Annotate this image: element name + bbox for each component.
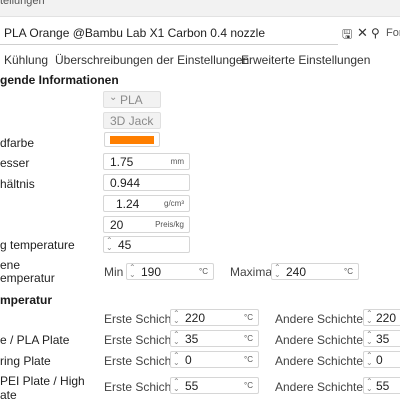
preset-name[interactable]: PLA Orange @Bambu Lab X1 Carbon 0.4 nozz… [4,26,265,40]
first-layer-label: Erste Schicht [104,380,175,394]
chevron-down-icon: ⌄ [109,92,118,103]
window-title-bar: tellungen [0,0,400,17]
other-layers-label: Andere Schichten [275,312,370,326]
spin-arrows-icon[interactable]: ⌃ ⌄ [274,264,281,279]
pei-plate-other-layers-input[interactable]: ⌃ ⌄ 55 [363,377,400,394]
diameter-input[interactable]: 1.75 mm [103,153,190,170]
nozzle-first-layer-input[interactable]: ⌃ ⌄ 220 °C [170,309,259,326]
density-unit: g/cm³ [164,199,184,208]
spin-arrows-icon[interactable]: ⌃ ⌄ [173,331,180,346]
first-layer-label: Erste Schicht [104,354,175,368]
engineering-plate-other-layers-input[interactable]: ⌃ ⌄ 0 [363,351,400,368]
pla-plate-first-layer-unit: °C [244,334,253,343]
min-temperature-input[interactable]: ⌃ ⌄ 190 °C [126,263,214,280]
spin-arrows-icon[interactable]: ⌃ ⌄ [173,352,180,367]
pla-plate-other-layers-input[interactable]: ⌃ ⌄ 35 [363,330,400,347]
tab-setting-overrides[interactable]: Überschreibungen der Einstellungen [55,53,249,67]
spin-arrows-icon[interactable]: ⌃ ⌄ [366,331,373,346]
spin-arrows-icon[interactable]: ⌃ ⌄ [366,310,373,325]
nozzle-first-layer-unit: °C [244,313,253,322]
cost-unit: Preis/kg [155,220,184,229]
pei-plate-first-layer-input[interactable]: ⌃ ⌄ 55 °C [170,377,259,394]
spin-arrows-icon[interactable]: ⌃ ⌄ [366,352,373,367]
engineering-plate-first-layer-unit: °C [244,355,253,364]
first-layer-label: Erste Schicht [104,312,175,326]
plate-label-engineering: ring Plate [0,354,51,368]
engineering-plate-first-layer-value: 0 [185,353,192,367]
tab-cooling[interactable]: Kühlung [4,53,48,67]
filament-type-select: ⌄ PLA [103,91,161,108]
pla-plate-first-layer-input[interactable]: ⌃ ⌄ 35 °C [170,330,259,347]
spin-arrows-icon[interactable]: ⌃ ⌄ [366,378,373,393]
pei-plate-other-layers-value: 55 [376,379,390,393]
pla-plate-other-layers-value: 35 [376,332,390,346]
first-layer-label: Erste Schicht [104,333,175,347]
cost-input[interactable]: 20 Preis/kg [103,216,190,233]
pla-plate-first-layer-value: 35 [185,332,199,346]
range-label-line1: ene [0,258,21,272]
diameter-value: 1.75 [110,155,134,169]
spin-arrows-icon[interactable]: ⌃ ⌄ [173,378,180,393]
diameter-label: esser [0,156,30,170]
pei-plate-first-layer-unit: °C [244,381,253,390]
range-label-line2: emperatur [0,271,55,285]
colour-picker[interactable] [104,132,160,147]
flow-ratio-value: 0.944 [110,176,141,190]
spin-arrows-icon[interactable]: ⌃ ⌄ [173,310,180,325]
min-temperature-unit: °C [199,267,208,276]
softening-temperature-label: g temperature [0,238,75,252]
engineering-plate-other-layers-value: 0 [376,353,383,367]
colour-swatch [110,136,154,144]
section-basic-information: gende Informationen [0,73,119,87]
flow-ratio-label: hältnis [0,177,35,191]
window-title: tellungen [0,0,45,7]
max-temperature-unit: °C [344,267,353,276]
cost-value: 20 [110,218,124,232]
max-temperature-input[interactable]: ⌃ ⌄ 240 °C [271,263,359,280]
other-layers-label: Andere Schichten [275,380,370,394]
density-value: 1.24 [116,197,140,211]
colour-label: dfarbe [0,136,35,150]
plate-label-pei-line1: PEI Plate / High [0,374,85,388]
diameter-unit: mm [170,157,184,166]
other-layers-label: Andere Schichten [275,354,370,368]
plate-label-pla: e / PLA Plate [0,333,70,347]
search-icon[interactable]: ⚲ [371,27,380,39]
section-temperature: mperatur [0,293,53,307]
close-icon[interactable]: ✕ [357,26,368,39]
tab-advanced[interactable]: Erweiterte Einstellungen [241,53,370,67]
nozzle-first-layer-value: 220 [185,311,206,325]
other-layers-label: Andere Schichten [275,333,370,347]
max-label: Maximal [230,265,275,279]
min-label: Min [104,265,124,279]
flow-ratio-input[interactable]: 0.944 [103,174,190,191]
spin-arrows-icon[interactable]: ⌃ ⌄ [129,264,136,279]
engineering-plate-first-layer-input[interactable]: ⌃ ⌄ 0 °C [170,351,259,368]
density-input[interactable]: 1.24 g/cm³ [103,195,190,212]
search-label[interactable]: Fort [386,27,400,39]
preset-underline [0,44,338,45]
save-icon[interactable]: 🖫 [342,28,352,40]
spin-arrows-icon[interactable]: ⌃ ⌄ [106,237,113,252]
softening-temperature-value: 45 [118,238,132,252]
vendor-value: 3D Jack [110,114,154,128]
vendor-field: 3D Jack [103,112,161,129]
filament-type-value: PLA [120,93,143,107]
pei-plate-first-layer-value: 55 [185,379,199,393]
nozzle-other-layers-value: 220 [376,311,397,325]
min-temperature-value: 190 [141,265,162,279]
max-temperature-value: 240 [286,265,307,279]
nozzle-other-layers-input[interactable]: ⌃ ⌄ 220 [363,309,400,326]
softening-temperature-input[interactable]: ⌃ ⌄ 45 [103,236,190,253]
